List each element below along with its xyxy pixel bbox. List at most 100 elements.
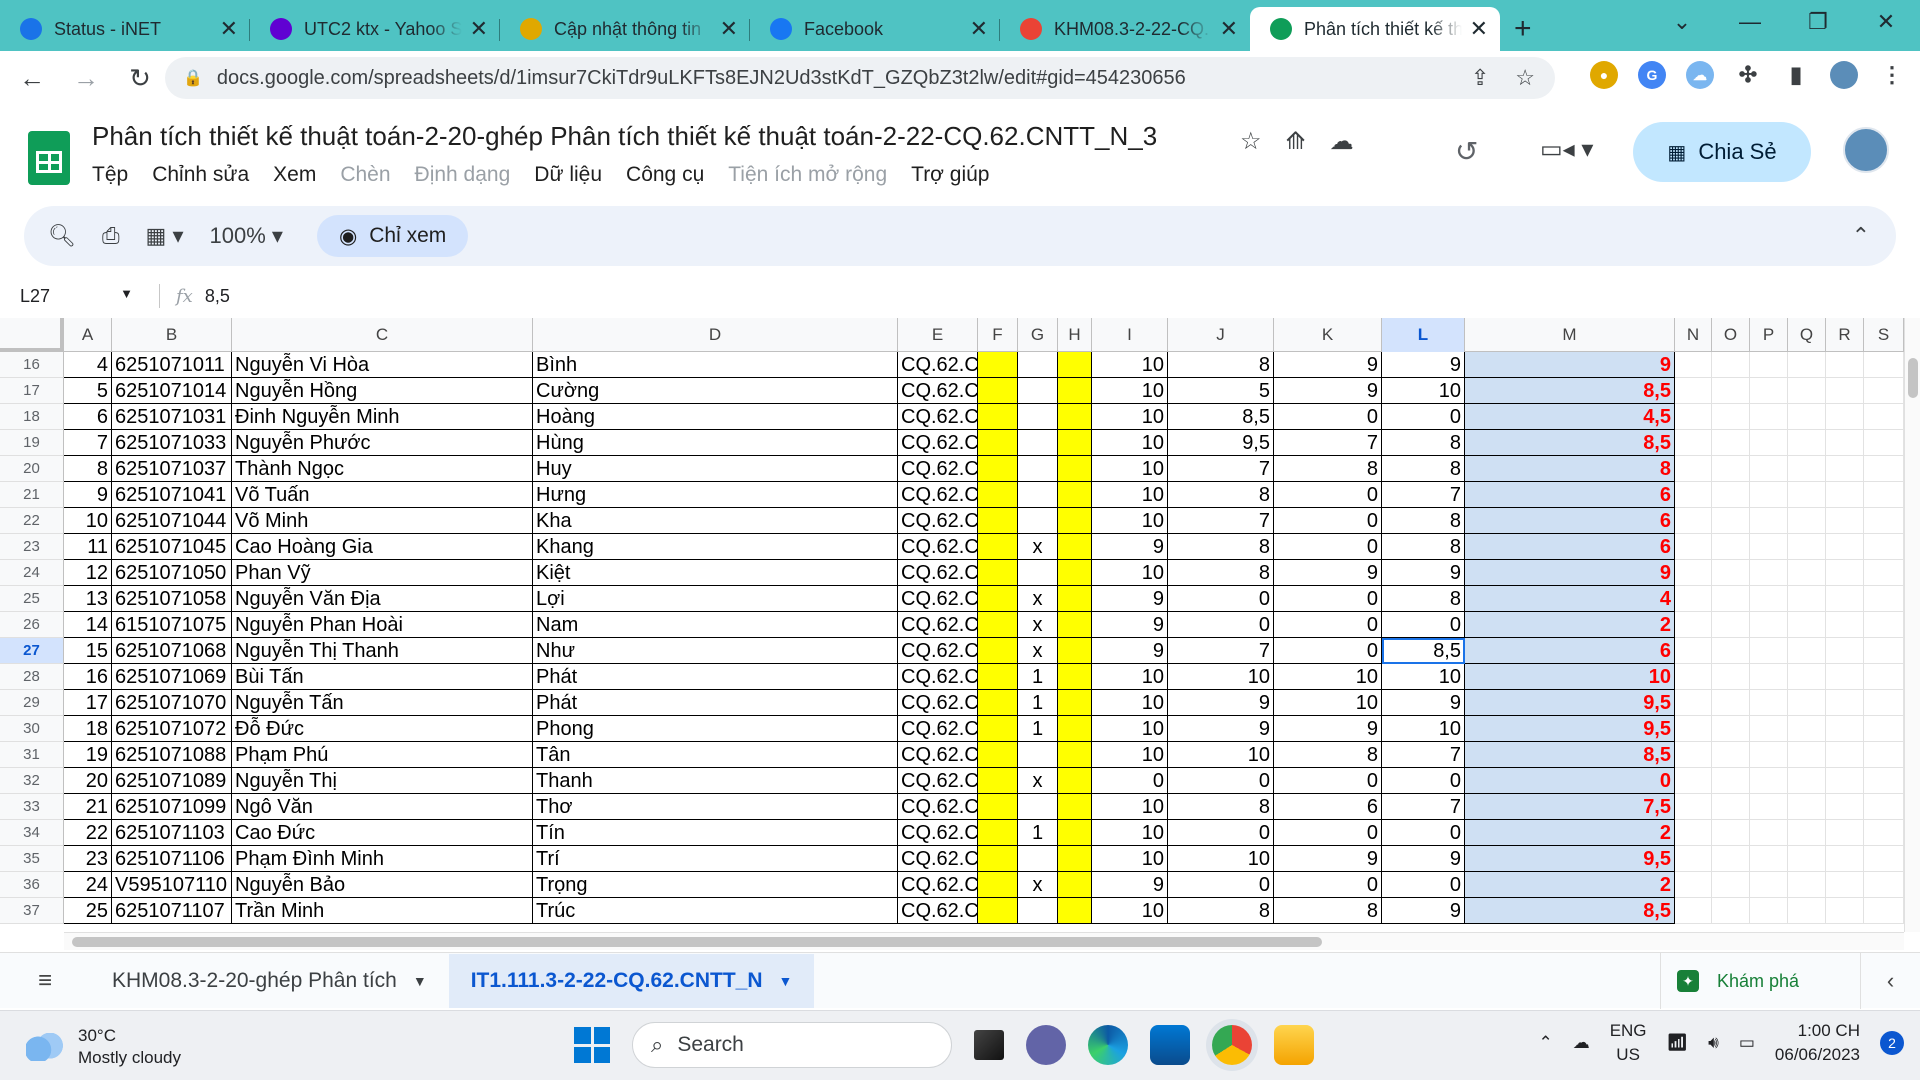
cell-h[interactable] — [1058, 638, 1092, 664]
cell-d[interactable]: Hùng — [533, 430, 898, 456]
cell-f[interactable] — [978, 534, 1018, 560]
cell-b[interactable]: 6251071041 — [112, 482, 232, 508]
cell-i[interactable]: 10 — [1092, 508, 1168, 534]
cell-p[interactable] — [1750, 456, 1788, 482]
search-menus-icon[interactable]: 🔍︎ — [48, 223, 76, 249]
side-panel-toggle-icon[interactable]: ‹ — [1860, 953, 1920, 1009]
cell-f[interactable] — [978, 378, 1018, 404]
cell-b[interactable]: 6251071068 — [112, 638, 232, 664]
row-header[interactable]: 21 — [0, 482, 64, 508]
cell-n[interactable] — [1675, 586, 1712, 612]
cell-m[interactable]: 10 — [1465, 664, 1675, 690]
cell-h[interactable] — [1058, 404, 1092, 430]
cell-l[interactable]: 8 — [1382, 586, 1465, 612]
cell-i[interactable]: 10 — [1092, 846, 1168, 872]
cell-p[interactable] — [1750, 794, 1788, 820]
cell-s[interactable] — [1864, 846, 1904, 872]
cell-b[interactable]: 6251071072 — [112, 716, 232, 742]
meet-camera-icon[interactable]: ▭◂ ▾ — [1540, 135, 1593, 164]
cell-f[interactable] — [978, 612, 1018, 638]
cell-i[interactable]: 10 — [1092, 794, 1168, 820]
cell-e[interactable]: CQ.62.C — [898, 456, 978, 482]
cell-c[interactable]: Đỗ Đức — [232, 716, 533, 742]
chrome-icon[interactable] — [1212, 1025, 1252, 1065]
column-header[interactable]: O — [1712, 318, 1750, 352]
cell-o[interactable] — [1712, 768, 1750, 794]
cell-n[interactable] — [1675, 716, 1712, 742]
sheets-logo-icon[interactable] — [28, 131, 70, 185]
cell-a[interactable]: 19 — [64, 742, 112, 768]
cell-k[interactable]: 0 — [1274, 612, 1382, 638]
cell-b[interactable]: 6251071069 — [112, 664, 232, 690]
formula-value[interactable]: 8,5 — [205, 286, 230, 307]
cell-p[interactable] — [1750, 404, 1788, 430]
cell-m[interactable]: 8 — [1465, 456, 1675, 482]
cell-l[interactable]: 8 — [1382, 430, 1465, 456]
row-header[interactable]: 18 — [0, 404, 64, 430]
close-window-icon[interactable]: ✕ — [1852, 9, 1920, 35]
row-header[interactable]: 32 — [0, 768, 64, 794]
column-header[interactable]: A — [64, 318, 112, 352]
cell-e[interactable]: CQ.62.C — [898, 716, 978, 742]
cell-j[interactable]: 9 — [1168, 716, 1274, 742]
cell-a[interactable]: 7 — [64, 430, 112, 456]
cell-c[interactable]: Nguyễn Hồng — [232, 378, 533, 404]
cell-c[interactable]: Cao Đức — [232, 820, 533, 846]
cell-o[interactable] — [1712, 586, 1750, 612]
file-explorer-icon[interactable] — [1274, 1025, 1314, 1065]
cell-p[interactable] — [1750, 742, 1788, 768]
cell-h[interactable] — [1058, 716, 1092, 742]
cell-r[interactable] — [1826, 664, 1864, 690]
cell-c[interactable]: Võ Tuấn — [232, 482, 533, 508]
cell-b[interactable]: 6251071031 — [112, 404, 232, 430]
cell-f[interactable] — [978, 716, 1018, 742]
cell-b[interactable]: 6251071044 — [112, 508, 232, 534]
cell-m[interactable]: 9,5 — [1465, 690, 1675, 716]
cell-k[interactable]: 0 — [1274, 508, 1382, 534]
row-header[interactable]: 35 — [0, 846, 64, 872]
clock[interactable]: 1:00 CH 06/06/2023 — [1775, 1019, 1860, 1067]
cell-e[interactable]: CQ.62.C — [898, 508, 978, 534]
cell-d[interactable]: Thanh — [533, 768, 898, 794]
column-header[interactable]: S — [1864, 318, 1904, 352]
cell-c[interactable]: Phạm Đình Minh — [232, 846, 533, 872]
cell-m[interactable]: 4 — [1465, 586, 1675, 612]
cell-d[interactable]: Huy — [533, 456, 898, 482]
column-header[interactable]: B — [112, 318, 232, 352]
cell-e[interactable]: CQ.62.C — [898, 898, 978, 924]
cell-g[interactable] — [1018, 508, 1058, 534]
cell-d[interactable]: Thơ — [533, 794, 898, 820]
column-header[interactable]: J — [1168, 318, 1274, 352]
cell-o[interactable] — [1712, 456, 1750, 482]
cell-i[interactable]: 9 — [1092, 612, 1168, 638]
cell-h[interactable] — [1058, 482, 1092, 508]
row-header[interactable]: 28 — [0, 664, 64, 690]
cell-e[interactable]: CQ.62.C — [898, 664, 978, 690]
cell-s[interactable] — [1864, 690, 1904, 716]
cell-d[interactable]: Khang — [533, 534, 898, 560]
cell-b[interactable]: 6251071088 — [112, 742, 232, 768]
cell-b[interactable]: 6251071050 — [112, 560, 232, 586]
cell-n[interactable] — [1675, 456, 1712, 482]
cell-m[interactable]: 6 — [1465, 638, 1675, 664]
cell-i[interactable]: 10 — [1092, 482, 1168, 508]
cell-p[interactable] — [1750, 638, 1788, 664]
cell-k[interactable]: 0 — [1274, 820, 1382, 846]
spreadsheet-grid[interactable]: ABCDEFGHIJKLMNOPQRS 16 4 6251071011 Nguyễn … — [0, 318, 1904, 932]
menu-item[interactable]: Công cụ — [626, 163, 704, 187]
cell-i[interactable]: 0 — [1092, 768, 1168, 794]
cell-b[interactable]: 6251071106 — [112, 846, 232, 872]
cell-s[interactable] — [1864, 456, 1904, 482]
cell-h[interactable] — [1058, 768, 1092, 794]
cell-r[interactable] — [1826, 508, 1864, 534]
cell-a[interactable]: 5 — [64, 378, 112, 404]
cloud-extension-icon[interactable]: ☁ — [1686, 61, 1714, 89]
cell-n[interactable] — [1675, 690, 1712, 716]
cell-m[interactable]: 9,5 — [1465, 846, 1675, 872]
cell-k[interactable]: 10 — [1274, 664, 1382, 690]
cell-o[interactable] — [1712, 690, 1750, 716]
cell-k[interactable]: 8 — [1274, 742, 1382, 768]
minimize-icon[interactable]: — — [1716, 9, 1784, 35]
version-history-icon[interactable]: ↺ — [1455, 135, 1478, 168]
cell-q[interactable] — [1788, 534, 1826, 560]
